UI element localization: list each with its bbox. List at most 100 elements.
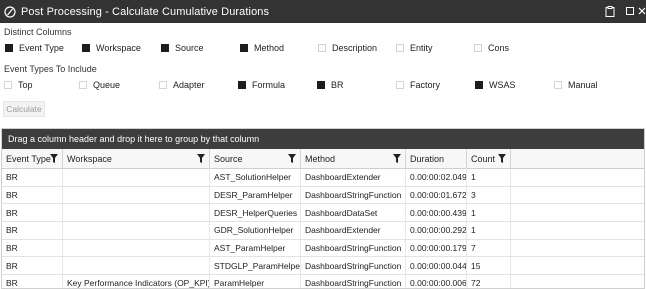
column-header-workspace[interactable]: Workspace [63, 149, 210, 169]
cell-workspace [63, 186, 210, 204]
column-header-label: Count [471, 154, 496, 164]
cell-source: GDR_SolutionHelper [210, 222, 301, 239]
cell-event-type: BR [2, 204, 63, 222]
checkbox-label: Manual [568, 80, 598, 90]
table-row[interactable]: BR AST_SolutionHelper DashboardExtender … [2, 169, 644, 187]
checkbox-box[interactable] [240, 44, 248, 52]
cell-method: DashboardExtender [301, 222, 406, 239]
cell-count: 1 [467, 169, 511, 186]
filter-icon[interactable] [288, 154, 296, 163]
checkbox-box[interactable] [318, 44, 326, 52]
grid-header: Event Type Workspace Source Method Durat… [2, 149, 644, 169]
checkbox-label: Cons [488, 43, 510, 53]
checkbox-formula[interactable]: Formula [238, 78, 285, 92]
close-icon[interactable] [636, 5, 646, 17]
checkbox-workspace[interactable]: Workspace [82, 41, 141, 55]
cell-duration: 0.00:00:01.672 [406, 186, 467, 204]
checkbox-box[interactable] [5, 44, 13, 52]
distinct-columns-label: Distinct Columns [4, 27, 72, 37]
checkbox-box[interactable] [159, 81, 167, 89]
checkbox-wsas[interactable]: WSAS [475, 78, 516, 92]
checkbox-manual[interactable]: Manual [554, 78, 598, 92]
table-row[interactable]: BR DESR_ParamHelper DashboardStringFunct… [2, 186, 644, 205]
cell-duration: 0.00:00:02.049 [406, 169, 467, 186]
cell-count: 15 [467, 257, 511, 275]
checkbox-label: Queue [93, 80, 121, 90]
checkbox-box[interactable] [4, 81, 12, 89]
checkbox-label: Workspace [96, 43, 141, 53]
maximize-icon[interactable] [624, 5, 636, 17]
clipboard-icon[interactable] [604, 5, 616, 17]
cell-workspace [63, 204, 210, 222]
checkbox-event-type[interactable]: Event Type [5, 41, 64, 55]
cell-method: DashboardStringFunction [301, 257, 406, 275]
cell-source: DESR_ParamHelper [210, 186, 301, 204]
checkbox-box[interactable] [474, 44, 482, 52]
cell-method: DashboardDataSet [301, 204, 406, 222]
checkbox-method[interactable]: Method [240, 41, 284, 55]
grid-body: BR AST_SolutionHelper DashboardExtender … [2, 169, 644, 288]
checkbox-label: Entity [410, 43, 433, 53]
checkbox-label: Event Type [19, 43, 64, 53]
cell-duration: 0.00:00:00.292 [406, 222, 467, 239]
filter-icon[interactable] [197, 154, 205, 163]
filter-icon[interactable] [393, 154, 401, 163]
column-header-event-type[interactable]: Event Type [2, 149, 63, 169]
checkbox-adapter[interactable]: Adapter [159, 78, 205, 92]
cell-duration: 0.00:00:00.044 [406, 257, 467, 275]
checkbox-box[interactable] [396, 44, 404, 52]
checkbox-box[interactable] [238, 81, 246, 89]
checkbox-description[interactable]: Description [318, 41, 377, 55]
calculate-button[interactable]: Calculate [3, 101, 45, 117]
table-row[interactable]: BR STDGLP_ParamHelper DashboardStringFun… [2, 257, 644, 276]
cell-count: 7 [467, 239, 511, 257]
column-header-label: Source [214, 154, 243, 164]
cell-method: DashboardExtender [301, 169, 406, 186]
checkbox-label: Formula [252, 80, 286, 90]
circle-slash-icon [4, 5, 16, 18]
cell-workspace [63, 239, 210, 257]
checkbox-entity[interactable]: Entity [396, 41, 433, 55]
checkbox-cons[interactable]: Cons [474, 41, 509, 55]
cell-event-type: BR [2, 169, 63, 186]
cell-event-type: BR [2, 275, 63, 288]
event-types-label: Event Types To Include [4, 64, 97, 74]
checkbox-label: Description [332, 43, 378, 53]
checkbox-box[interactable] [554, 81, 562, 89]
checkbox-source[interactable]: Source [161, 41, 204, 55]
cell-source: AST_ParamHelper [210, 239, 301, 257]
column-header-label: Workspace [67, 154, 112, 164]
table-row[interactable]: BR AST_ParamHelper DashboardStringFuncti… [2, 239, 644, 258]
filter-icon[interactable] [498, 154, 506, 163]
column-header-method[interactable]: Method [301, 149, 406, 169]
checkbox-box[interactable] [82, 44, 90, 52]
checkbox-box[interactable] [475, 81, 483, 89]
checkbox-label: BR [331, 80, 344, 90]
filter-icon[interactable] [50, 154, 58, 163]
cell-workspace [63, 169, 210, 186]
cell-method: DashboardStringFunction [301, 239, 406, 257]
column-header-source[interactable]: Source [210, 149, 301, 169]
cell-count: 72 [467, 275, 511, 288]
group-by-panel[interactable]: Drag a column header and drop it here to… [2, 129, 644, 149]
column-header-count[interactable]: Count [467, 149, 511, 169]
table-row[interactable]: BR DESR_HelperQueries DashboardDataSet 0… [2, 204, 644, 223]
title-bar: Post Processing - Calculate Cumulative D… [0, 0, 646, 23]
checkbox-br[interactable]: BR [317, 78, 344, 92]
table-row[interactable]: BR GDR_SolutionHelper DashboardExtender … [2, 222, 644, 240]
cell-workspace [63, 257, 210, 275]
checkbox-queue[interactable]: Queue [79, 78, 120, 92]
checkbox-box[interactable] [317, 81, 325, 89]
checkbox-factory[interactable]: Factory [396, 78, 440, 92]
cell-workspace: Key Performance Indicators (OP_KPI) [63, 275, 210, 288]
checkbox-box[interactable] [396, 81, 404, 89]
table-row[interactable]: BR Key Performance Indicators (OP_KPI) P… [2, 275, 644, 288]
column-header-duration[interactable]: Duration [406, 149, 467, 169]
checkbox-box[interactable] [161, 44, 169, 52]
results-grid: Drag a column header and drop it here to… [1, 128, 645, 289]
cell-count: 3 [467, 186, 511, 204]
cell-duration: 0.00:00:00.439 [406, 204, 467, 222]
checkbox-box[interactable] [79, 81, 87, 89]
cell-workspace [63, 222, 210, 239]
checkbox-top[interactable]: Top [4, 78, 33, 92]
